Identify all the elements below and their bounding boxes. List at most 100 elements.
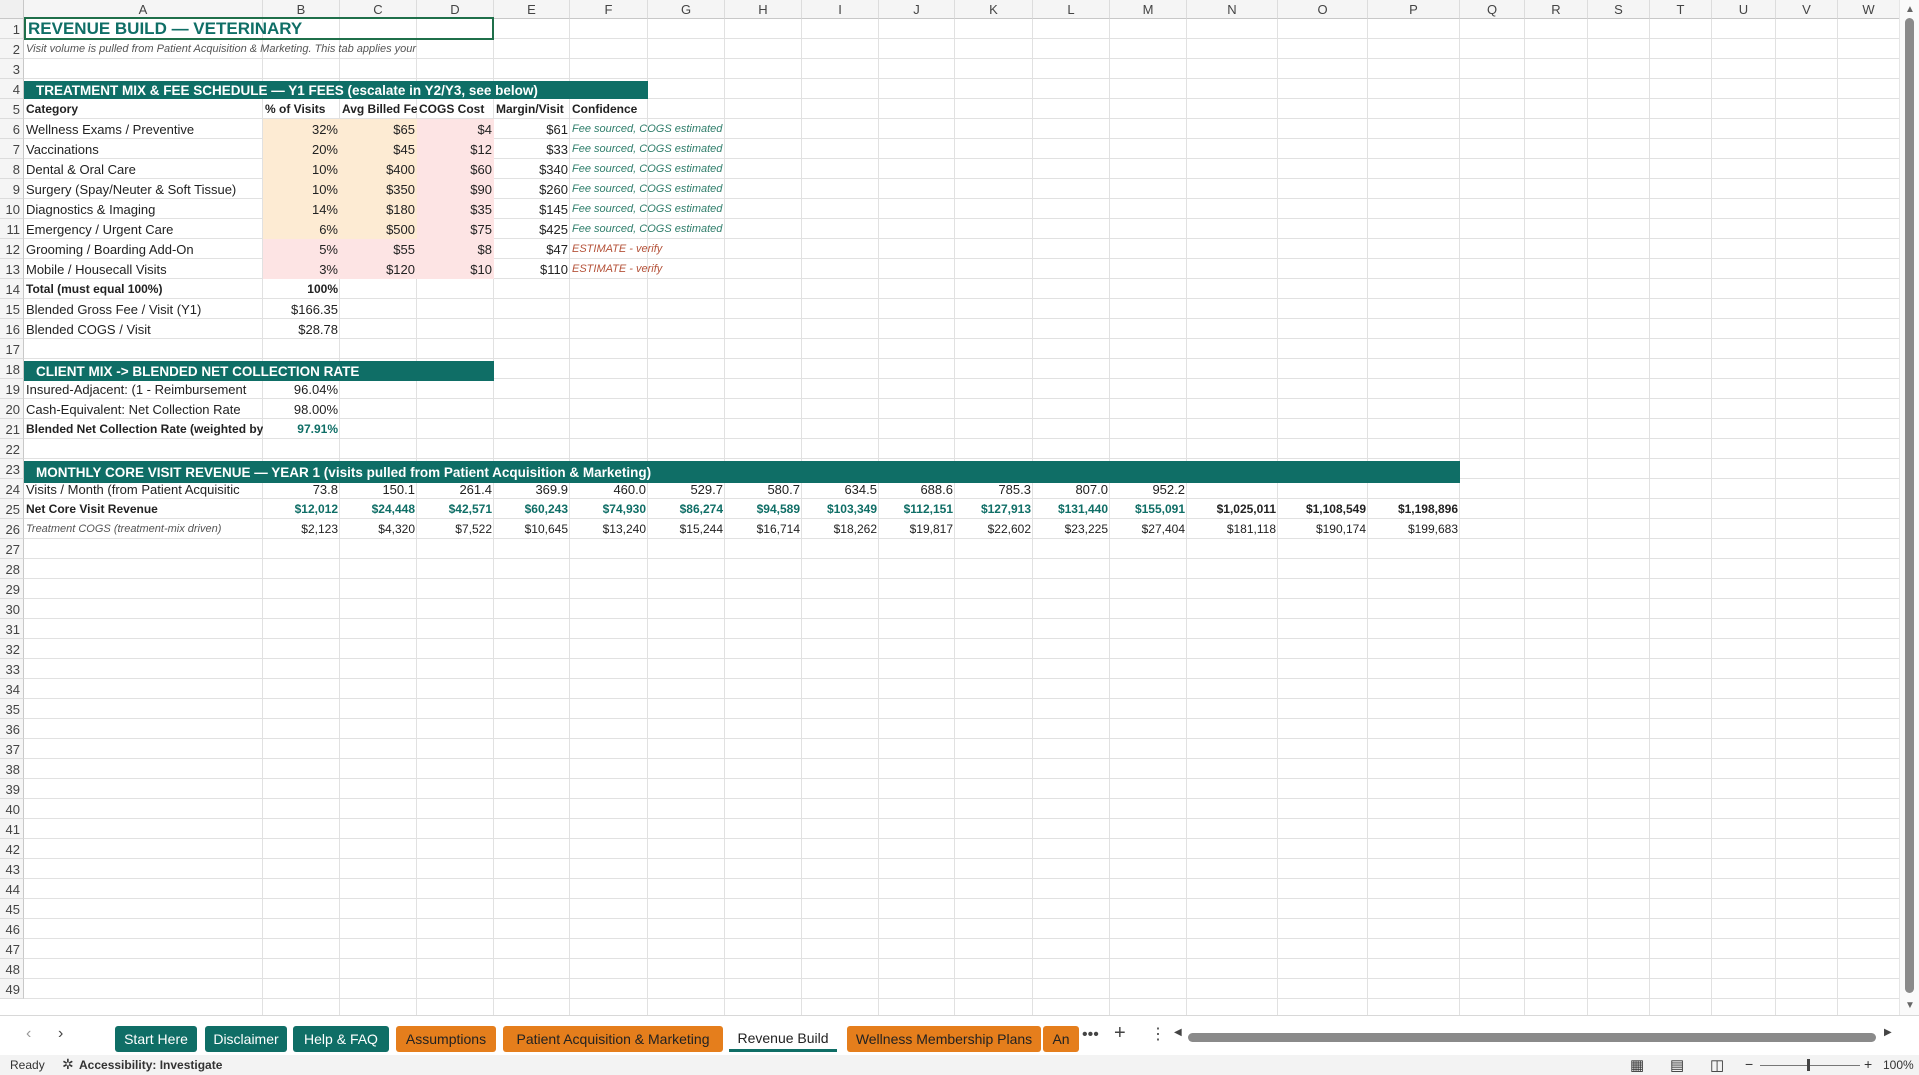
accessibility-status[interactable]: Accessibility: Investigate [79,1058,222,1072]
table-header[interactable]: % of Visits [263,99,340,119]
hscroll-left-icon[interactable]: ◀ [1174,1027,1182,1038]
row-header-7[interactable]: 7 [0,139,24,159]
visits-month[interactable]: 634.5 [802,479,879,499]
treatment-category[interactable]: Vaccinations [24,139,263,159]
treatment-pct-input[interactable]: 10% [263,159,340,179]
row-header-30[interactable]: 30 [0,599,24,619]
page-layout-icon[interactable]: ▤ [1670,1056,1684,1074]
cash-value[interactable]: 98.00% [263,399,340,419]
net-revenue-value[interactable]: $127,913 [955,499,1033,519]
row-header-12[interactable]: 12 [0,239,24,259]
treatment-pct-input[interactable]: 10% [263,179,340,199]
treatment-fee-input[interactable]: $120 [340,259,417,279]
row-header-31[interactable]: 31 [0,619,24,639]
cogs-value[interactable]: $10,645 [494,519,570,539]
column-header-t[interactable]: T [1650,0,1712,19]
visits-month[interactable]: 460.0 [570,479,648,499]
row-header-29[interactable]: 29 [0,579,24,599]
hscroll-right-icon[interactable]: ▶ [1884,1027,1892,1038]
treatment-fee-input[interactable]: $45 [340,139,417,159]
treatment-fee-input[interactable]: $500 [340,219,417,239]
treatment-confidence[interactable]: Fee sourced, COGS estimated [570,219,725,239]
net-revenue-value[interactable]: $103,349 [802,499,879,519]
row-header-20[interactable]: 20 [0,399,24,419]
cogs-value[interactable]: $7,522 [417,519,494,539]
horizontal-scroll-thumb[interactable] [1188,1033,1876,1042]
visits-month[interactable]: 150.1 [340,479,417,499]
zoom-slider-thumb[interactable] [1807,1059,1810,1071]
blended-cogs-value[interactable]: $28.78 [263,319,340,339]
net-revenue-value[interactable]: $24,448 [340,499,417,519]
row-header-15[interactable]: 15 [0,299,24,319]
treatment-margin[interactable]: $110 [494,259,570,279]
visits-month[interactable]: 369.9 [494,479,570,499]
blended-cogs-label[interactable]: Blended COGS / Visit [24,319,263,339]
treatment-margin[interactable]: $145 [494,199,570,219]
row-header-45[interactable]: 45 [0,899,24,919]
cogs-label[interactable]: Treatment COGS (treatment-mix driven) [24,519,263,539]
row-header-9[interactable]: 9 [0,179,24,199]
net-revenue-value[interactable]: $86,274 [648,499,725,519]
insured-value[interactable]: 96.04% [263,379,340,399]
table-header[interactable]: Category [24,99,263,119]
sheet-tab-assumptions[interactable]: Assumptions [396,1026,496,1052]
blended-fee-value[interactable]: $166.35 [263,299,340,319]
row-header-24[interactable]: 24 [0,479,24,499]
column-header-l[interactable]: L [1033,0,1110,19]
cogs-value[interactable]: $16,714 [725,519,802,539]
treatment-confidence[interactable]: Fee sourced, COGS estimated [570,119,725,139]
table-header[interactable]: Margin/Visit [494,99,570,119]
net-revenue-value[interactable]: $74,930 [570,499,648,519]
column-header-q[interactable]: Q [1460,0,1525,19]
row-header-48[interactable]: 48 [0,959,24,979]
table-header[interactable]: COGS Cost [417,99,494,119]
row-header-23[interactable]: 23 [0,459,24,479]
row-header-8[interactable]: 8 [0,159,24,179]
row-header-18[interactable]: 18 [0,359,24,379]
treatment-fee-input[interactable]: $400 [340,159,417,179]
treatment-fee-input[interactable]: $350 [340,179,417,199]
treatment-category[interactable]: Surgery (Spay/Neuter & Soft Tissue) [24,179,263,199]
normal-view-icon[interactable]: ▦ [1630,1056,1644,1074]
column-header-o[interactable]: O [1278,0,1368,19]
treatment-cogs-input[interactable]: $60 [417,159,494,179]
row-header-16[interactable]: 16 [0,319,24,339]
blended-fee-label[interactable]: Blended Gross Fee / Visit (Y1) [24,299,263,319]
column-header-h[interactable]: H [725,0,802,19]
net-revenue-value[interactable]: $155,091 [1110,499,1187,519]
row-header-27[interactable]: 27 [0,539,24,559]
column-header-s[interactable]: S [1588,0,1650,19]
row-header-32[interactable]: 32 [0,639,24,659]
row-header-21[interactable]: 21 [0,419,24,439]
blended-rate-label[interactable]: Blended Net Collection Rate (weighted by… [24,419,263,439]
cogs-value[interactable]: $181,118 [1187,519,1278,539]
sheet-tab-revenue-build[interactable]: Revenue Build [729,1026,837,1052]
net-revenue-value[interactable]: $12,012 [263,499,340,519]
row-header-44[interactable]: 44 [0,879,24,899]
column-header-e[interactable]: E [494,0,570,19]
row-header-17[interactable]: 17 [0,339,24,359]
sheet-tab-patient-acquisition-marketing[interactable]: Patient Acquisition & Marketing [503,1026,723,1052]
treatment-pct-input[interactable]: 3% [263,259,340,279]
treatment-margin[interactable]: $47 [494,239,570,259]
row-header-2[interactable]: 2 [0,39,24,59]
table-header[interactable]: Confidence [570,99,648,119]
insured-label[interactable]: Insured-Adjacent: (1 - Reimbursement [24,379,263,399]
treatment-confidence[interactable]: Fee sourced, COGS estimated [570,139,725,159]
column-header-n[interactable]: N [1187,0,1278,19]
row-header-1[interactable]: 1 [0,19,24,39]
column-header-g[interactable]: G [648,0,725,19]
sheet-subtitle[interactable]: Visit volume is pulled from Patient Acqu… [24,39,417,59]
column-header-p[interactable]: P [1368,0,1460,19]
treatment-confidence[interactable]: Fee sourced, COGS estimated [570,159,725,179]
treatment-pct-input[interactable]: 5% [263,239,340,259]
row-header-28[interactable]: 28 [0,559,24,579]
row-header-13[interactable]: 13 [0,259,24,279]
treatment-fee-input[interactable]: $180 [340,199,417,219]
treatment-category[interactable]: Wellness Exams / Preventive [24,119,263,139]
treatment-cogs-input[interactable]: $35 [417,199,494,219]
tab-options-icon[interactable]: ⋮ [1150,1024,1166,1044]
visits-month[interactable]: 73.8 [263,479,340,499]
zoom-out-icon[interactable]: − [1745,1056,1753,1072]
treatment-pct-input[interactable]: 20% [263,139,340,159]
